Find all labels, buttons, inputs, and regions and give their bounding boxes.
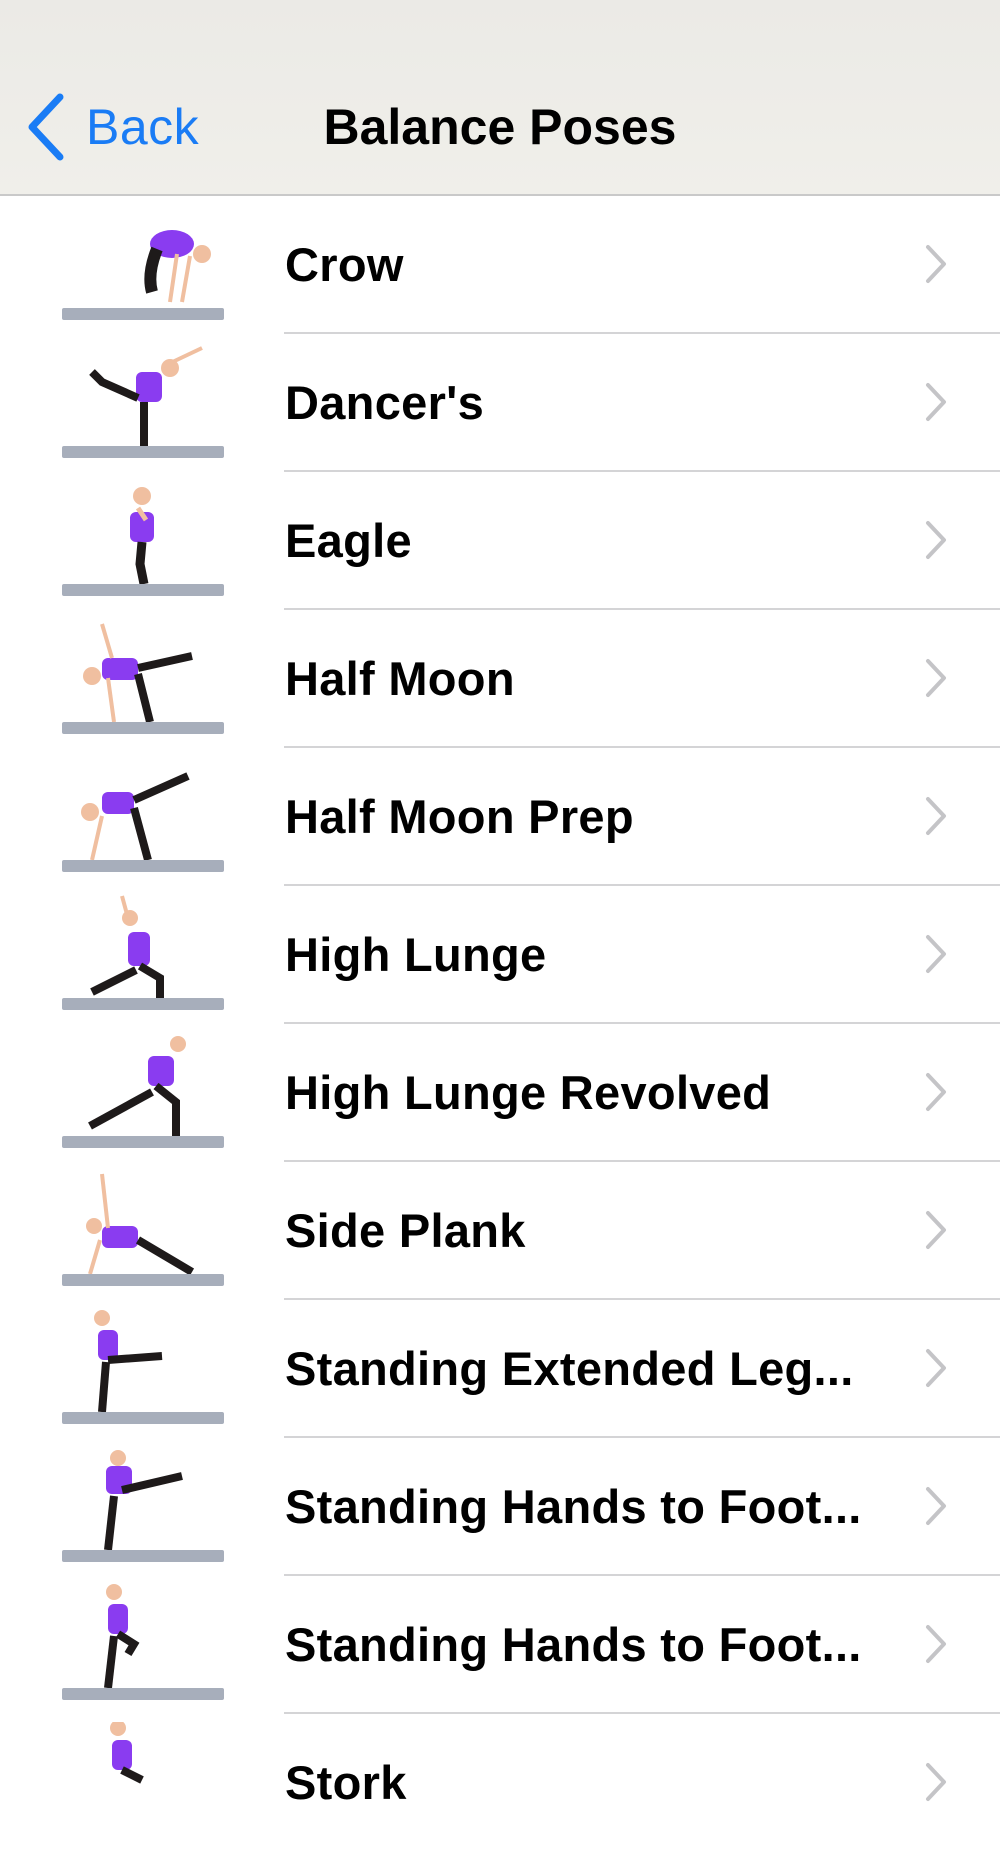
pose-thumbnail — [52, 1170, 234, 1292]
pose-thumbnail — [52, 618, 234, 740]
pose-label: Standing Hands to Foot... — [285, 1480, 862, 1533]
pose-row[interactable]: Dancer's — [0, 334, 1000, 472]
pose-row[interactable]: Standing Hands to Foot... — [0, 1438, 1000, 1576]
pose-row[interactable]: High Lunge — [0, 886, 1000, 1024]
pose-thumbnail — [52, 1722, 234, 1844]
pose-thumbnail — [52, 894, 234, 1016]
pose-thumbnail — [52, 480, 234, 602]
chevron-right-icon — [924, 657, 948, 699]
pose-thumbnail — [52, 204, 234, 326]
pose-label: Eagle — [285, 514, 412, 567]
pose-row[interactable]: Half Moon — [0, 610, 1000, 748]
pose-label: Stork — [285, 1756, 407, 1809]
chevron-right-icon — [924, 1623, 948, 1665]
pose-row[interactable]: Side Plank — [0, 1162, 1000, 1300]
pose-row[interactable]: Stork — [0, 1714, 1000, 1852]
pose-label: Half Moon — [285, 652, 515, 705]
chevron-right-icon — [924, 519, 948, 561]
pose-thumbnail — [52, 756, 234, 878]
pose-row[interactable]: Crow — [0, 196, 1000, 334]
pose-label: Side Plank — [285, 1204, 526, 1257]
pose-label: Standing Extended Leg... — [285, 1342, 854, 1395]
page-title: Balance Poses — [323, 99, 677, 155]
pose-thumbnail — [52, 1032, 234, 1154]
chevron-right-icon — [924, 381, 948, 423]
chevron-right-icon — [924, 1761, 948, 1803]
pose-thumbnail — [52, 1308, 234, 1430]
pose-label: High Lunge Revolved — [285, 1066, 772, 1119]
chevron-right-icon — [924, 1485, 948, 1527]
pose-list: Crow Dancer's Eagle Half Moon Half Moon Prep… — [0, 196, 1000, 1852]
chevron-right-icon — [924, 243, 948, 285]
chevron-right-icon — [924, 933, 948, 975]
chevron-right-icon — [924, 1347, 948, 1389]
pose-row[interactable]: Half Moon Prep — [0, 748, 1000, 886]
pose-row[interactable]: High Lunge Revolved — [0, 1024, 1000, 1162]
chevron-right-icon — [924, 1209, 948, 1251]
pose-thumbnail — [52, 342, 234, 464]
pose-label: High Lunge — [285, 928, 547, 981]
pose-thumbnail — [52, 1584, 234, 1706]
pose-thumbnail — [52, 1446, 234, 1568]
pose-label: Dancer's — [285, 376, 485, 429]
pose-label: Crow — [285, 238, 404, 291]
pose-row[interactable]: Eagle — [0, 472, 1000, 610]
navigation-bar: Back Balance Poses — [0, 0, 1000, 196]
chevron-right-icon — [924, 795, 948, 837]
pose-row[interactable]: Standing Extended Leg... — [0, 1300, 1000, 1438]
pose-row[interactable]: Standing Hands to Foot... — [0, 1576, 1000, 1714]
pose-label: Half Moon Prep — [285, 790, 634, 843]
pose-label: Standing Hands to Foot... — [285, 1618, 862, 1671]
chevron-right-icon — [924, 1071, 948, 1113]
